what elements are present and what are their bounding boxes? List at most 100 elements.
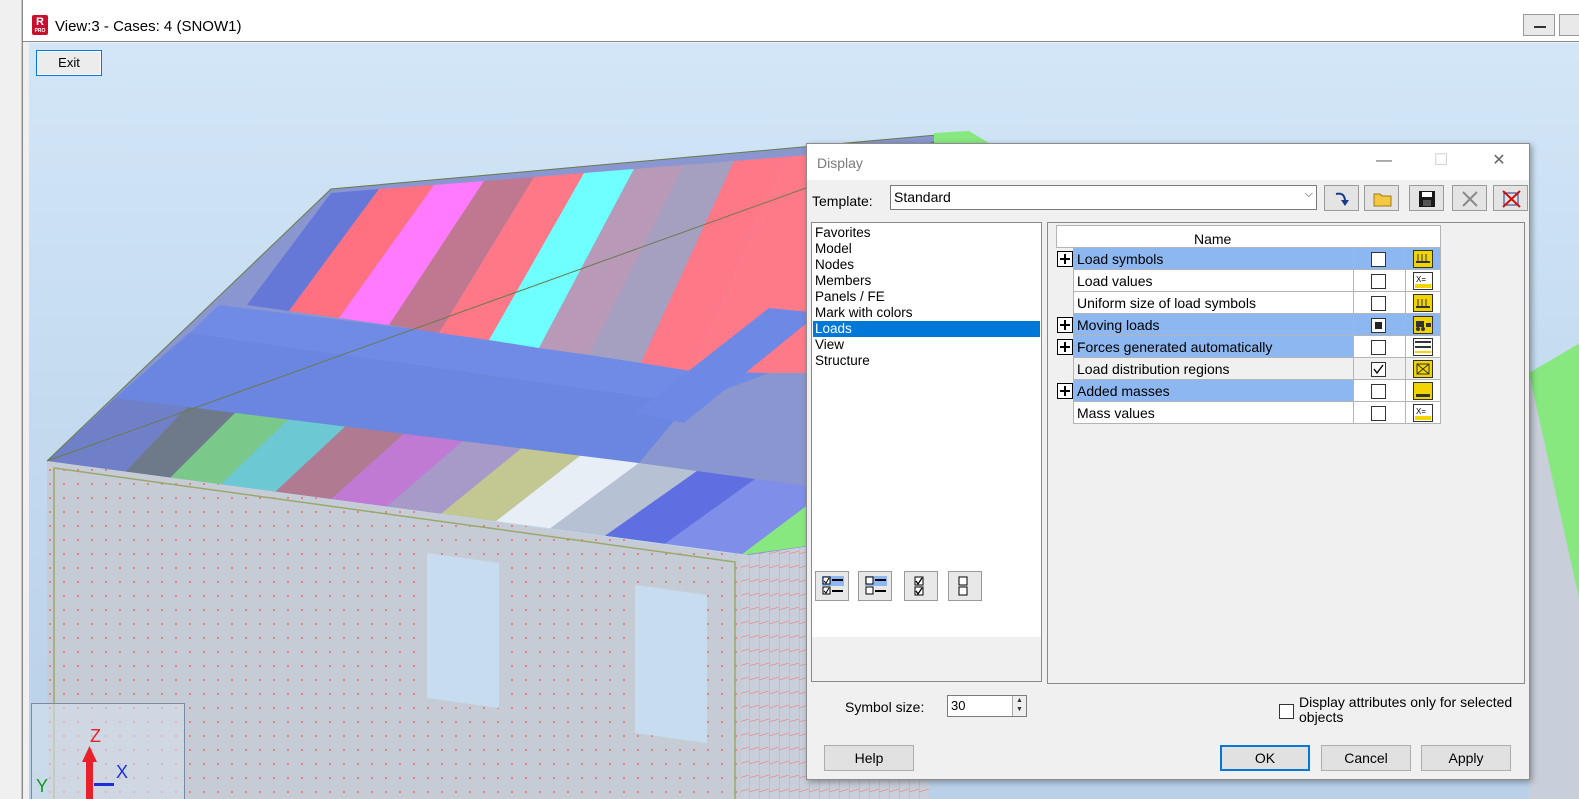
row-checkbox-partial[interactable] (1371, 318, 1386, 333)
window-opening-1 (427, 553, 499, 708)
mass-values-icon: X= (1413, 404, 1433, 422)
uncheck-all-button[interactable] (948, 571, 982, 601)
chevron-down-icon: ⌵ (1304, 188, 1313, 200)
load-values-icon: X= (1413, 272, 1433, 290)
grid-row-uniform-size[interactable]: Uniform size of load symbols (1056, 292, 1441, 314)
list-toolbar (812, 637, 1041, 681)
row-label: Moving loads (1073, 314, 1354, 336)
dialog-titlebar: Display — ☐ ✕ (807, 144, 1529, 180)
category-structure[interactable]: Structure (813, 353, 1040, 369)
expand-all-icon (865, 576, 887, 595)
category-members[interactable]: Members (813, 273, 1040, 289)
symbol-size-value: 30 (951, 698, 966, 713)
delete-all-icon (1502, 190, 1521, 208)
row-label: Load symbols (1073, 248, 1354, 270)
checkmark-icon (1373, 364, 1384, 375)
apply-template-icon (1335, 192, 1349, 206)
category-panels-fe[interactable]: Panels / FE (813, 289, 1040, 305)
save-template-button[interactable] (1409, 185, 1444, 211)
expand-icon[interactable] (1057, 251, 1073, 267)
apply-button[interactable]: Apply (1421, 745, 1511, 771)
check-all-button[interactable] (904, 571, 938, 601)
help-button[interactable]: Help (824, 745, 914, 771)
axis-y-label: Y (36, 776, 49, 796)
desktop-edge (0, 0, 22, 799)
expand-icon[interactable] (1057, 317, 1073, 333)
row-label: Uniform size of load symbols (1073, 292, 1354, 314)
category-list: Favorites Model Nodes Members Panels / F… (811, 222, 1042, 682)
row-label: Added masses (1073, 380, 1354, 402)
minimize-button[interactable] (1523, 14, 1555, 36)
symbol-size-spinner[interactable]: ▲ ▼ (1012, 696, 1026, 716)
expand-icon[interactable] (1057, 339, 1073, 355)
axis-z-label: Z (90, 726, 101, 746)
row-checkbox[interactable] (1371, 296, 1386, 311)
row-label: Load values (1073, 270, 1354, 292)
symbol-size-input[interactable]: 30 ▲ ▼ (947, 695, 1027, 717)
grid-row-mass-values[interactable]: Mass values X= (1056, 402, 1441, 424)
check-all-icon (914, 576, 924, 596)
row-label: Mass values (1073, 402, 1354, 424)
column-name-header: Name (1194, 231, 1232, 247)
row-checkbox[interactable] (1371, 252, 1386, 267)
apply-template-button[interactable] (1324, 185, 1359, 211)
template-dropdown[interactable]: Standard ⌵ (890, 185, 1317, 210)
forces-generated-icon (1413, 338, 1433, 356)
row-checkbox[interactable] (1371, 384, 1386, 399)
moving-loads-icon (1413, 316, 1433, 334)
cancel-button[interactable]: Cancel (1321, 745, 1411, 771)
row-checkbox-checked[interactable] (1371, 362, 1386, 377)
symbol-size-label: Symbol size: (845, 699, 925, 715)
display-attributes-label: Display attributes only for selected obj… (1299, 694, 1513, 725)
load-distribution-icon (1413, 360, 1433, 378)
uniform-size-icon (1413, 294, 1433, 312)
expand-icon[interactable] (1057, 383, 1073, 399)
axis-x-label: X (116, 762, 129, 782)
window-title: View:3 - Cases: 4 (SNOW1) (55, 18, 242, 35)
select-all-button[interactable] (815, 571, 849, 601)
display-attributes-checkbox[interactable] (1279, 704, 1294, 719)
grid-row-forces-generated[interactable]: Forces generated automatically (1056, 336, 1441, 358)
category-nodes[interactable]: Nodes (813, 257, 1040, 273)
expand-all-button[interactable] (858, 571, 892, 601)
save-icon (1419, 191, 1435, 207)
grid-row-moving-loads[interactable]: Moving loads (1056, 314, 1441, 336)
svg-text:X=: X= (1416, 407, 1426, 416)
options-grid: Name Load symbols Load values X= Uniform… (1047, 222, 1525, 684)
load-symbols-icon (1413, 250, 1433, 268)
delete-icon (1462, 191, 1478, 207)
category-loads[interactable]: Loads (813, 321, 1040, 337)
axis-triad: Z X Y (31, 703, 185, 799)
dialog-title: Display (817, 155, 863, 171)
delete-all-templates-button[interactable] (1493, 185, 1528, 211)
category-mark-with-colors[interactable]: Mark with colors (813, 305, 1040, 321)
grid-row-added-masses[interactable]: Added masses (1056, 380, 1441, 402)
dialog-minimize-button[interactable]: — (1375, 152, 1393, 170)
select-all-icon (822, 576, 844, 595)
dialog-close-button[interactable]: ✕ (1490, 152, 1508, 170)
added-masses-icon (1413, 382, 1433, 400)
template-label: Template: (812, 193, 873, 209)
category-model[interactable]: Model (813, 241, 1040, 257)
grid-row-load-distribution[interactable]: Load distribution regions (1056, 358, 1441, 380)
uncheck-all-icon (958, 576, 968, 596)
row-checkbox[interactable] (1371, 340, 1386, 355)
category-favorites[interactable]: Favorites (813, 225, 1040, 241)
maximize-button[interactable] (1559, 14, 1579, 36)
row-label: Load distribution regions (1073, 358, 1354, 380)
category-view[interactable]: View (813, 337, 1040, 353)
app-logo-icon: R PRO (32, 15, 48, 35)
row-checkbox[interactable] (1371, 406, 1386, 421)
grid-header: Name (1056, 225, 1441, 248)
ok-button[interactable]: OK (1220, 745, 1310, 771)
display-dialog: Display — ☐ ✕ Template: Standard ⌵ Favor… (806, 143, 1530, 780)
row-checkbox[interactable] (1371, 274, 1386, 289)
template-value: Standard (894, 189, 951, 205)
row-label: Forces generated automatically (1073, 336, 1354, 358)
grid-row-load-values[interactable]: Load values X= (1056, 270, 1441, 292)
exit-button[interactable]: Exit (36, 50, 102, 76)
grid-row-load-symbols[interactable]: Load symbols (1056, 248, 1441, 270)
open-template-button[interactable] (1364, 185, 1399, 211)
axis-arrows-icon (82, 746, 114, 799)
dialog-maximize-button: ☐ (1433, 152, 1449, 169)
